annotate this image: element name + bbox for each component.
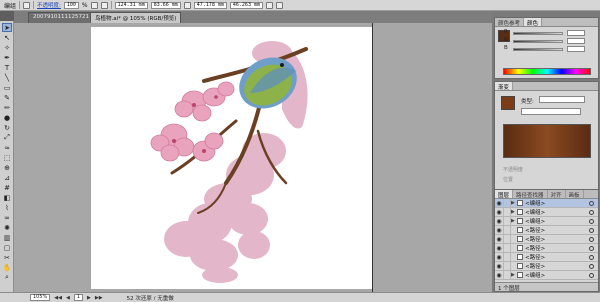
opacity-link[interactable]: 不透明度: <box>37 1 61 9</box>
target-icon <box>589 263 594 269</box>
tab-color-guide[interactable]: 颜色参考 <box>495 18 525 27</box>
canvas-area[interactable] <box>14 23 492 292</box>
target-icon <box>589 200 594 206</box>
recolor-icon[interactable] <box>100 1 108 9</box>
gradient-swatch[interactable] <box>501 96 515 110</box>
target-icon <box>589 218 594 224</box>
visibility-icon: ◉ <box>496 271 502 279</box>
warp-tool-icon[interactable]: ≈ <box>2 143 12 152</box>
tab-align[interactable]: 对齐 <box>548 190 566 199</box>
opacity-field[interactable]: 100 <box>63 1 79 9</box>
gradient-slider[interactable] <box>503 124 591 158</box>
height-field[interactable]: 46.263 mm <box>229 1 263 9</box>
layer-row[interactable]: ◉ ▶ <编组> <box>495 270 598 280</box>
magic-wand-tool-icon[interactable]: ✧ <box>2 43 12 52</box>
color-panel: 颜色参考 颜色 R G B <box>494 17 599 79</box>
transform-icon[interactable] <box>265 1 273 9</box>
nav-last-icon[interactable]: ▶▶ <box>95 295 103 301</box>
scale-tool-icon[interactable]: ⤢ <box>2 133 12 142</box>
channel-r-row[interactable]: R <box>495 29 598 37</box>
visibility-icon: ◉ <box>496 253 502 261</box>
y-field[interactable]: 83.66 mm <box>150 1 181 9</box>
slice-tool-icon[interactable]: ✂ <box>2 253 12 262</box>
visibility-icon: ◉ <box>496 217 502 225</box>
free-transform-tool-icon[interactable]: ⬚ <box>2 153 12 162</box>
layers-footer: 1 个图层 <box>495 282 598 292</box>
visibility-icon: ◉ <box>496 262 502 270</box>
shape-builder-tool-icon[interactable]: ⊕ <box>2 163 12 172</box>
artwork[interactable] <box>14 23 492 292</box>
target-icon <box>589 254 594 260</box>
status-bar: 105% ◀◀ ◀ 1 ▶ ▶▶ 52 次还原 / 无重做 <box>0 292 600 302</box>
nav-next-icon[interactable]: ▶ <box>87 295 91 301</box>
target-icon <box>589 245 594 251</box>
gradient-angle-field[interactable] <box>521 108 581 115</box>
target-icon <box>589 236 594 242</box>
nav-first-icon[interactable]: ◀◀ <box>54 295 62 301</box>
blend-tool-icon[interactable]: ∞ <box>2 213 12 222</box>
status-info: 52 次还原 / 无重做 <box>126 295 174 302</box>
x-field[interactable]: 124.31 mm <box>114 1 148 9</box>
tab-pathfinder[interactable]: 路径查找器 <box>513 190 548 199</box>
control-bar: 编组 不透明度: 100 % 124.31 mm 83.66 mm 47.178… <box>0 0 600 11</box>
panel-dock: 颜色参考 颜色 R G B 渐变 类型: 不透明度 位置 图层 路径查找器 对齐… <box>492 11 600 292</box>
channel-b-row[interactable]: B <box>495 45 598 53</box>
blob-brush-tool-icon[interactable]: ● <box>2 113 12 122</box>
type-tool-icon[interactable]: T <box>2 63 12 72</box>
width-field[interactable]: 47.178 mm <box>193 1 227 9</box>
tab-artboards[interactable]: 画板 <box>566 190 584 199</box>
visibility-icon: ◉ <box>496 208 502 216</box>
document-tab-1[interactable]: 2007910111125721 <box>28 12 94 23</box>
rectangle-tool-icon[interactable]: ▭ <box>2 83 12 92</box>
visibility-icon: ◉ <box>496 226 502 234</box>
toolbox: ➤ ↖ ✧ ✒ T ╲ ▭ ✎ ✏ ● ↻ ⤢ ≈ ⬚ ⊕ ⊿ # ◧ ⌇ ∞ … <box>0 21 14 292</box>
link-icon[interactable] <box>183 1 191 9</box>
layers-panel: 图层 路径查找器 对齐 画板 ◉ ▶ <编组> ◉ ▶ <编组> ◉ ▶ <编组> ◉ <路径… <box>494 189 599 292</box>
target-icon <box>589 209 594 215</box>
document-tab-strip: 2007910111125721 鸟植物.ai* @ 105% (RGB/预览) <box>14 11 492 23</box>
selection-tool-icon[interactable]: ➤ <box>2 23 12 32</box>
graph-tool-icon[interactable]: ▥ <box>2 233 12 242</box>
tab-layers[interactable]: 图层 <box>495 190 514 199</box>
eyedropper-tool-icon[interactable]: ⌇ <box>2 203 12 212</box>
stroke-swatch-icon[interactable] <box>23 1 31 9</box>
pen-tool-icon[interactable]: ✒ <box>2 53 12 62</box>
style-icon[interactable] <box>90 1 98 9</box>
hand-tool-icon[interactable]: ✋ <box>2 263 12 272</box>
target-icon <box>589 272 594 278</box>
zoom-tool-icon[interactable]: ⌕ <box>2 273 12 282</box>
visibility-icon: ◉ <box>496 244 502 252</box>
symbol-sprayer-tool-icon[interactable]: ✺ <box>2 223 12 232</box>
visibility-icon: ◉ <box>496 235 502 243</box>
artboard-tool-icon[interactable]: ▢ <box>2 243 12 252</box>
gradient-tool-icon[interactable]: ◧ <box>2 193 12 202</box>
paintbrush-tool-icon[interactable]: ✎ <box>2 93 12 102</box>
document-tab-2[interactable]: 鸟植物.ai* @ 105% (RGB/预览) <box>90 12 182 23</box>
perspective-grid-tool-icon[interactable]: ⊿ <box>2 173 12 182</box>
orchid-flowers <box>150 81 235 162</box>
zoom-field[interactable]: 105% <box>30 294 51 301</box>
color-spectrum-bar[interactable] <box>503 68 591 75</box>
selection-type-label: 编组 <box>4 2 17 10</box>
gradient-type-select[interactable] <box>539 96 585 103</box>
gradient-panel: 渐变 类型: 不透明度 位置 <box>494 81 599 191</box>
target-icon <box>589 227 594 233</box>
pencil-tool-icon[interactable]: ✏ <box>2 103 12 112</box>
mesh-tool-icon[interactable]: # <box>2 183 12 192</box>
channel-g-row[interactable]: G <box>495 37 598 45</box>
direct-selection-tool-icon[interactable]: ↖ <box>2 33 12 42</box>
tab-color[interactable]: 颜色 <box>524 18 543 27</box>
visibility-icon: ◉ <box>496 199 502 207</box>
nav-prev-icon[interactable]: ◀ <box>66 295 70 301</box>
rotate-tool-icon[interactable]: ↻ <box>2 123 12 132</box>
panel-menu-icon[interactable] <box>275 1 283 9</box>
tab-gradient[interactable]: 渐变 <box>495 82 514 91</box>
artboard-number-field[interactable]: 1 <box>73 294 84 301</box>
line-tool-icon[interactable]: ╲ <box>2 73 12 82</box>
